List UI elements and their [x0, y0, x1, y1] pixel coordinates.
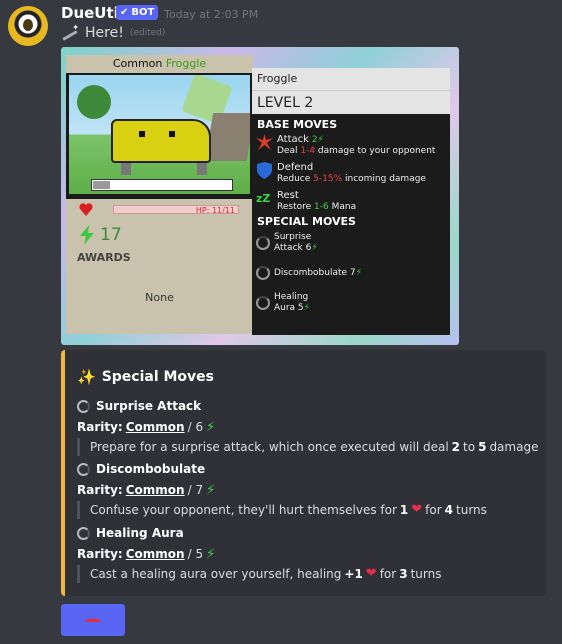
rarity-value: Common	[125, 483, 185, 497]
special-move-line: Attack 6	[274, 243, 312, 253]
move-desc-value: 1-6	[314, 202, 329, 212]
attack-icon	[256, 134, 273, 150]
swirl-icon	[77, 526, 90, 540]
rarity-value: Common	[125, 420, 185, 434]
awards-count: 17	[100, 225, 122, 245]
move-name: Attack	[277, 134, 309, 145]
move-field-discombobulate: Discombobulate Rarity: Common / 7 ⚡ Confu…	[77, 461, 487, 519]
move-desc: damage to your opponent	[315, 146, 436, 156]
bot-badge-label: BOT	[131, 7, 155, 18]
card-rarity: Common	[112, 57, 163, 70]
move-desc: Deal	[277, 146, 301, 156]
mana-cost: / 7	[187, 483, 204, 497]
rarity-label: Rarity:	[77, 483, 123, 497]
card-left-panel: Common Froggle HP: 11/11 17 AWARDS None	[66, 55, 253, 334]
shield-icon	[257, 162, 272, 179]
minus-icon	[86, 619, 100, 622]
move-desc: Reduce	[277, 174, 314, 184]
special-move-1: Surprise Attack 6⚡	[256, 232, 318, 254]
special-moves-embed: ✨ Special Moves Surprise Attack Rarity: …	[61, 350, 546, 596]
awards-none: None	[145, 291, 174, 304]
move-desc-value: 1-4	[300, 146, 316, 156]
lightning-icon: ⚡	[317, 135, 324, 145]
swirl-icon	[256, 266, 270, 280]
heart-icon: ❤	[411, 502, 423, 517]
message-content: Here! (edited)	[61, 23, 166, 41]
rarity-label: Rarity:	[77, 420, 123, 434]
move-description: Prepare for a surprise attack, which onc…	[77, 438, 538, 456]
xp-bar	[91, 179, 233, 191]
move-description: Confuse your opponent, they'll hurt them…	[77, 501, 487, 519]
card-name: Froggle	[252, 68, 450, 90]
mana-cost: / 6	[187, 420, 204, 434]
special-move-line: Discombobulate 7	[274, 267, 356, 278]
lightning-icon: ⚡	[303, 303, 310, 313]
heart-icon: ❤	[365, 566, 377, 581]
embed-title-text: Special Moves	[101, 369, 215, 385]
card-title: Common Froggle	[66, 55, 253, 73]
move-attack: Attack 2⚡ Deal 1-4 damage to your oppone…	[256, 134, 435, 157]
move-desc-value: 5-15%	[313, 174, 343, 184]
card-right-panel: Froggle LEVEL 2 BASE MOVES Attack 2⚡ Dea…	[252, 68, 450, 335]
move-defend: Defend Reduce 5-15% incoming damage	[256, 162, 426, 185]
swirl-icon	[256, 236, 270, 250]
message-text: Here!	[85, 25, 124, 41]
move-desc: incoming damage	[342, 174, 426, 184]
lightning-icon: ⚡	[206, 546, 216, 562]
move-field-surprise-attack: Surprise Attack Rarity: Common / 6 ⚡ Prep…	[77, 398, 538, 456]
move-field-healing-aura: Healing Aura Rarity: Common / 5 ⚡ Cast a …	[77, 525, 441, 583]
special-move-line: Healing	[274, 292, 309, 302]
lightning-icon: ⚡	[355, 267, 362, 278]
field-name: Healing Aura	[96, 526, 184, 540]
card-creature-name: Froggle	[165, 57, 207, 70]
lightning-icon: ⚡	[206, 482, 216, 498]
special-move-2: Discombobulate 7⚡	[256, 266, 362, 280]
rarity-value: Common	[125, 547, 185, 561]
move-rest: zZ Rest Restore 1-6 Mana	[256, 190, 356, 213]
special-move-line: Aura 5	[274, 303, 304, 313]
lightning-icon: ⚡	[206, 419, 216, 435]
avatar-eye	[23, 19, 33, 31]
username[interactable]: DueUtil	[61, 4, 124, 22]
bot-badge: ✔ BOT	[116, 5, 159, 20]
swirl-icon	[256, 296, 270, 310]
move-desc: Mana	[328, 202, 357, 212]
player-card-image[interactable]: Common Froggle HP: 11/11 17 AWARDS None …	[61, 47, 459, 345]
sparkles-icon: ✨	[77, 368, 96, 386]
awards-row: 17	[78, 225, 122, 245]
frog-illustration	[111, 119, 211, 163]
swirl-icon	[77, 399, 90, 413]
lightning-icon	[80, 225, 94, 245]
field-name: Surprise Attack	[96, 399, 202, 413]
mana-cost: / 5	[187, 547, 204, 561]
embed-title: ✨ Special Moves	[77, 368, 214, 386]
rarity-label: Rarity:	[77, 547, 123, 561]
wand-icon	[61, 23, 79, 40]
field-name: Discombobulate	[96, 462, 206, 476]
special-move-line: Surprise	[274, 232, 312, 242]
bot-avatar[interactable]	[8, 6, 48, 46]
swirl-icon	[77, 462, 90, 476]
lightning-icon: ⚡	[311, 243, 318, 253]
move-name: Rest	[277, 190, 299, 201]
message-timestamp: Today at 2:03 PM	[164, 8, 259, 21]
checkmark-icon: ✔	[120, 7, 129, 18]
special-moves-header: SPECIAL MOVES	[257, 215, 356, 228]
hp-bar: HP: 11/11	[113, 205, 239, 215]
move-name: Defend	[277, 162, 314, 173]
heart-icon	[79, 203, 93, 216]
creature-art	[66, 73, 253, 199]
awards-label: AWARDS	[77, 251, 131, 264]
minus-button[interactable]	[61, 604, 125, 636]
sleep-icon: zZ	[256, 192, 271, 205]
move-description: Cast a healing aura over yourself, heali…	[77, 565, 441, 583]
special-move-3: Healing Aura 5⚡	[256, 292, 310, 314]
edited-label: (edited)	[129, 28, 166, 38]
card-level: LEVEL 2	[252, 90, 450, 114]
move-desc: Restore	[277, 202, 315, 212]
base-moves-header: BASE MOVES	[257, 118, 338, 131]
xp-fill	[93, 181, 110, 189]
